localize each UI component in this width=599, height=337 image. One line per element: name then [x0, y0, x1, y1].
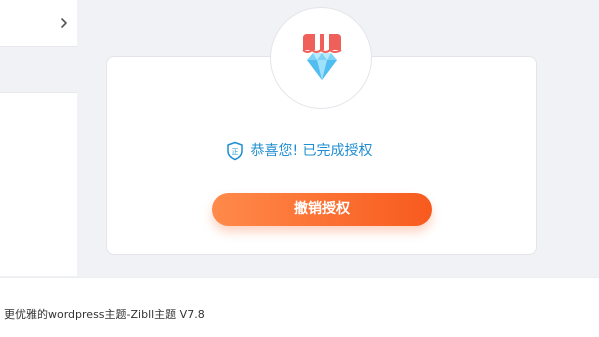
footer: 更优雅的wordpress主题-Zibll主题 V7.8 — [0, 277, 599, 337]
diamond-icon — [302, 34, 342, 80]
authorization-status: 正 恭喜您! 已完成授权 — [0, 141, 599, 163]
sidebar-menu-item[interactable] — [0, 0, 77, 47]
revoke-authorization-button[interactable]: 撤销授权 — [212, 193, 432, 226]
status-text: 恭喜您! 已完成授权 — [250, 143, 373, 159]
sidebar-menu-item[interactable] — [0, 92, 77, 140]
page: 正 恭喜您! 已完成授权 撤销授权 更优雅的wordpress主题-Zibll主… — [0, 0, 599, 337]
footer-text: 更优雅的wordpress主题-Zibll主题 V7.8 — [4, 308, 205, 321]
svg-text:正: 正 — [232, 148, 239, 156]
chevron-right-icon — [61, 18, 67, 28]
shield-icon: 正 — [227, 141, 244, 161]
badge-circle — [270, 7, 372, 109]
